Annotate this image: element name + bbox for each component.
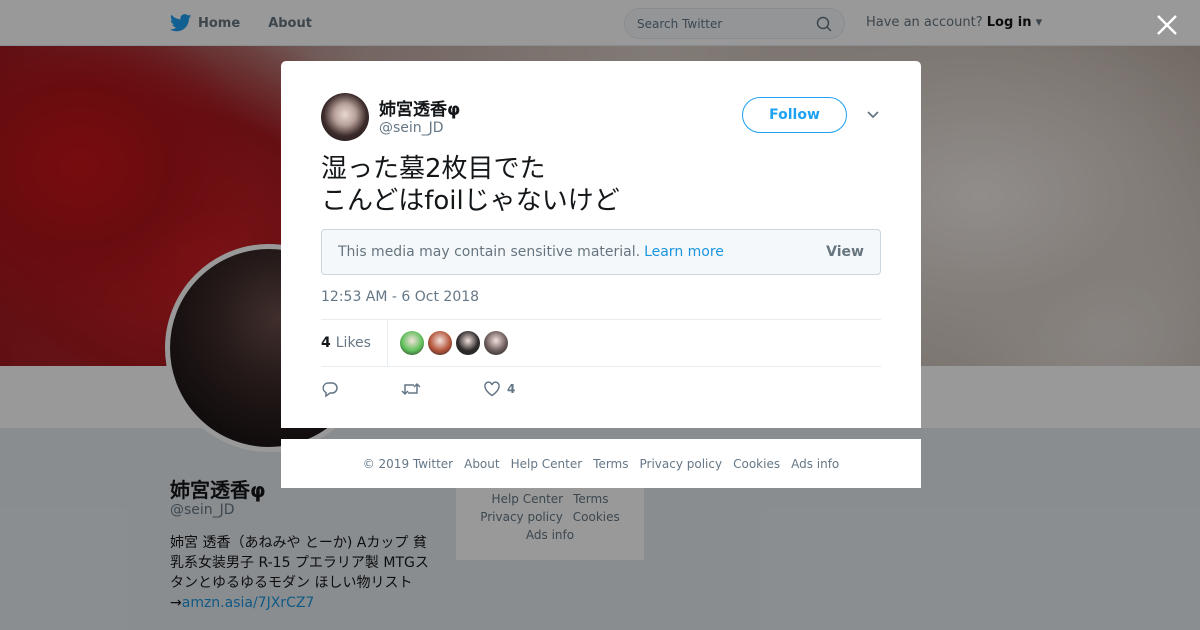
likers-list [399,331,508,355]
liker-avatar[interactable] [427,331,452,355]
footer-cookies[interactable]: Cookies [733,457,780,471]
tweet-author-handle[interactable]: @sein_JD [379,120,444,136]
footer-privacy[interactable]: Privacy policy [640,457,723,471]
view-media-button[interactable]: View [826,244,864,260]
footer-terms[interactable]: Terms [593,457,628,471]
likes-label: Likes [335,335,371,351]
learn-more-link[interactable]: Learn more [644,244,724,260]
tweet-actions: 4 [321,377,577,401]
retweet-button[interactable] [401,380,421,398]
likes-number: 4 [321,335,331,351]
reply-button[interactable] [321,380,339,398]
liker-avatar[interactable] [483,331,508,355]
liker-avatar[interactable] [399,331,424,355]
footer-about[interactable]: About [464,457,499,471]
tweet-modal: 姉宮透香φ @sein_JD Follow 湿った墓2枚目でた こんどはfoil… [281,61,921,428]
tweet-author-name[interactable]: 姉宮透香φ [379,95,460,120]
footer-help-center[interactable]: Help Center [511,457,583,471]
close-icon[interactable] [1154,12,1180,38]
footer-ads-info[interactable]: Ads info [791,457,839,471]
sensitive-media-message: This media may contain sensitive materia… [338,244,826,260]
follow-button[interactable]: Follow [742,97,847,133]
heart-icon [484,381,500,397]
like-button[interactable]: 4 [483,380,515,398]
chevron-down-icon[interactable] [865,109,881,121]
tweet-stats: 4 Likes [321,319,881,367]
tweet-text-line: こんどはfoilじゃないけど [321,186,620,216]
tweet-text: 湿った墓2枚目でた こんどはfoilじゃないけど [321,153,620,217]
tweet-text-line: 湿った墓2枚目でた [321,154,546,184]
like-action-count: 4 [507,382,516,396]
tweet-author-avatar[interactable] [321,93,369,141]
reply-icon [322,382,338,398]
tweet-timestamp[interactable]: 12:53 AM - 6 Oct 2018 [321,289,479,305]
sensitive-media-warning: This media may contain sensitive materia… [321,229,881,275]
modal-footer: © 2019 Twitter About Help Center Terms P… [281,439,921,488]
likes-count[interactable]: 4 Likes [321,320,388,366]
liker-avatar[interactable] [455,331,480,355]
sensitive-media-text: This media may contain sensitive materia… [338,244,641,260]
footer-copyright: © 2019 Twitter [362,456,454,471]
retweet-icon [401,382,421,396]
